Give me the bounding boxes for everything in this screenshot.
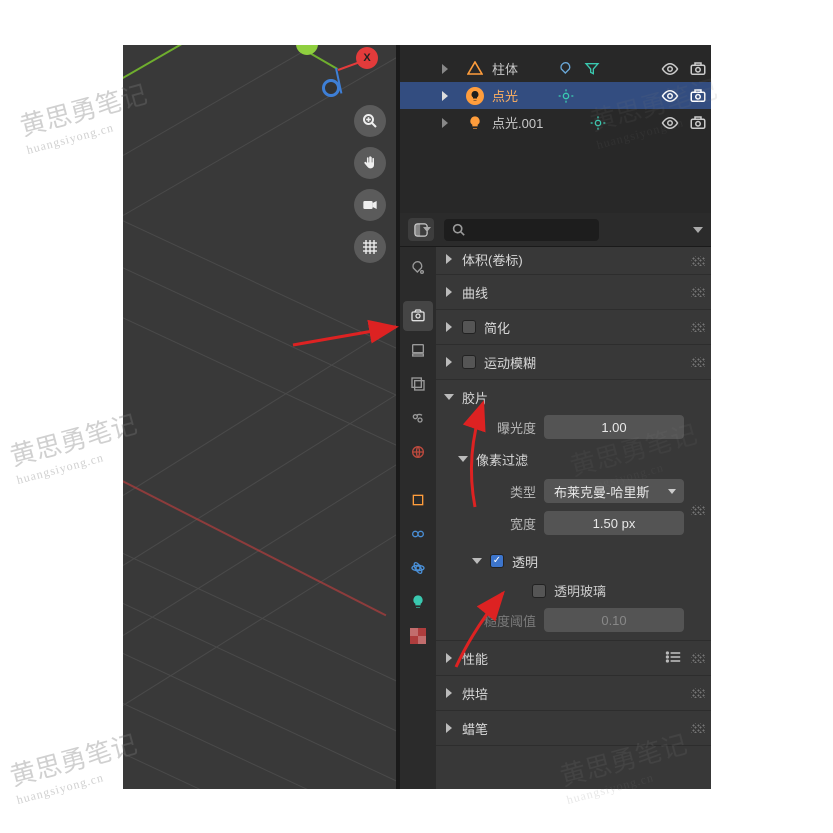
light-data-icon[interactable] — [558, 88, 574, 104]
tab-render[interactable] — [403, 301, 433, 331]
panel-title: 运动模糊 — [484, 353, 536, 372]
transparent-checkbox[interactable] — [490, 554, 504, 568]
panel-title: 曲线 — [462, 283, 488, 302]
camera-icon[interactable] — [689, 60, 707, 78]
panel-title: 蜡笔 — [462, 719, 488, 738]
tab-object[interactable] — [403, 485, 433, 515]
camera-view-button[interactable] — [354, 189, 386, 221]
panel-curves[interactable]: 曲线 — [436, 275, 711, 310]
grip-icon[interactable] — [691, 653, 705, 663]
editor-type-dropdown[interactable] — [408, 218, 434, 241]
tab-scene[interactable] — [403, 403, 433, 433]
mesh-icon — [466, 60, 484, 78]
outliner-row[interactable]: 点光.001 — [400, 109, 711, 136]
panel-title: 烘培 — [462, 684, 488, 703]
transparent-glass-checkbox[interactable] — [532, 584, 546, 598]
outliner-panel: 柱体 点光 — [399, 45, 711, 213]
panel-film: 胶片 曝光度 1.00 像素过滤 类型 布莱克曼-哈里斯 宽度 — [436, 380, 711, 641]
zoom-button[interactable] — [354, 105, 386, 137]
outliner-row[interactable]: 柱体 — [400, 55, 711, 82]
grip-icon[interactable] — [691, 256, 705, 266]
gizmo-z-neg[interactable] — [322, 79, 340, 97]
filter-width-label: 宽度 — [466, 514, 536, 533]
checkbox[interactable] — [462, 320, 476, 334]
tab-tool[interactable] — [403, 253, 433, 283]
filter-type-dropdown[interactable]: 布莱克曼-哈里斯 — [544, 479, 684, 503]
search-icon — [452, 223, 465, 236]
pan-button[interactable] — [354, 147, 386, 179]
roughness-threshold-value[interactable]: 0.10 — [544, 608, 684, 632]
panel-volumetrics[interactable]: 体积(卷标) — [436, 247, 711, 275]
panel-motion-blur[interactable]: 运动模糊 — [436, 345, 711, 380]
panel-title: 简化 — [484, 318, 510, 337]
grip-icon[interactable] — [691, 322, 705, 332]
panel-title: 透明 — [512, 552, 538, 571]
tab-objectdata[interactable] — [403, 587, 433, 617]
expand-icon[interactable] — [442, 118, 448, 128]
watermark: 黄思勇笔记 — [5, 404, 140, 473]
camera-icon[interactable] — [689, 87, 707, 105]
properties-search[interactable] — [444, 219, 599, 241]
panel-title: 胶片 — [462, 388, 488, 407]
options-dropdown[interactable] — [681, 219, 703, 241]
filter-icon[interactable] — [584, 61, 600, 77]
tab-texture[interactable] — [403, 621, 433, 651]
panel-simplify[interactable]: 简化 — [436, 310, 711, 345]
panel-title: 像素过滤 — [476, 450, 528, 469]
expand-icon[interactable] — [442, 91, 448, 101]
properties-tabs — [400, 247, 436, 789]
eye-icon[interactable] — [661, 87, 679, 105]
watermark: 黄思勇笔记 — [5, 724, 140, 793]
tab-physics[interactable] — [403, 553, 433, 583]
tab-world[interactable] — [403, 437, 433, 467]
eye-icon[interactable] — [661, 60, 679, 78]
panel-header[interactable]: 胶片 — [444, 385, 703, 409]
exposure-label: 曝光度 — [466, 418, 536, 437]
viewport-3d[interactable]: X — [123, 45, 396, 789]
panel-performance[interactable]: 性能 — [436, 641, 711, 676]
tab-viewlayer[interactable] — [403, 369, 433, 399]
panel-title: 体积(卷标) — [462, 250, 523, 269]
grip-icon[interactable] — [691, 505, 705, 515]
list-icon[interactable] — [665, 651, 681, 666]
exposure-value[interactable]: 1.00 — [544, 415, 684, 439]
subpanel-pixel-filter[interactable]: 像素过滤 — [458, 447, 703, 471]
grip-icon[interactable] — [691, 287, 705, 297]
object-name: 点光.001 — [492, 113, 543, 132]
tab-output[interactable] — [403, 335, 433, 365]
panel-bake[interactable]: 烘培 — [436, 676, 711, 711]
perspective-toggle-button[interactable] — [354, 231, 386, 263]
filter-width-value[interactable]: 1.50 px — [544, 511, 684, 535]
subpanel-transparent[interactable]: 透明 — [472, 549, 703, 573]
modifier-icon[interactable] — [558, 61, 574, 77]
transparent-glass-label: 透明玻璃 — [554, 581, 606, 600]
roughness-threshold-label: 糙度阈值 — [466, 611, 536, 630]
expand-icon[interactable] — [442, 64, 448, 74]
filter-type-label: 类型 — [466, 482, 536, 501]
grip-icon[interactable] — [691, 357, 705, 367]
grip-icon[interactable] — [691, 688, 705, 698]
panel-grease-pencil[interactable]: 蜡笔 — [436, 711, 711, 746]
tab-constraints[interactable] — [403, 519, 433, 549]
grip-icon[interactable] — [691, 723, 705, 733]
outliner-row[interactable]: 点光 — [400, 82, 711, 109]
checkbox[interactable] — [462, 355, 476, 369]
object-name: 点光 — [492, 86, 518, 105]
properties-panel: 体积(卷标) 曲线 简化 运动模糊 胶片 曝光度 1.00 — [399, 213, 711, 789]
eye-icon[interactable] — [661, 114, 679, 132]
camera-icon[interactable] — [689, 114, 707, 132]
light-icon — [466, 87, 484, 105]
gizmo-y[interactable] — [296, 45, 318, 55]
light-data-icon[interactable] — [590, 115, 606, 131]
light-icon — [466, 114, 484, 132]
object-name: 柱体 — [492, 59, 518, 78]
gizmo-x[interactable]: X — [356, 47, 378, 69]
panel-title: 性能 — [462, 649, 488, 668]
